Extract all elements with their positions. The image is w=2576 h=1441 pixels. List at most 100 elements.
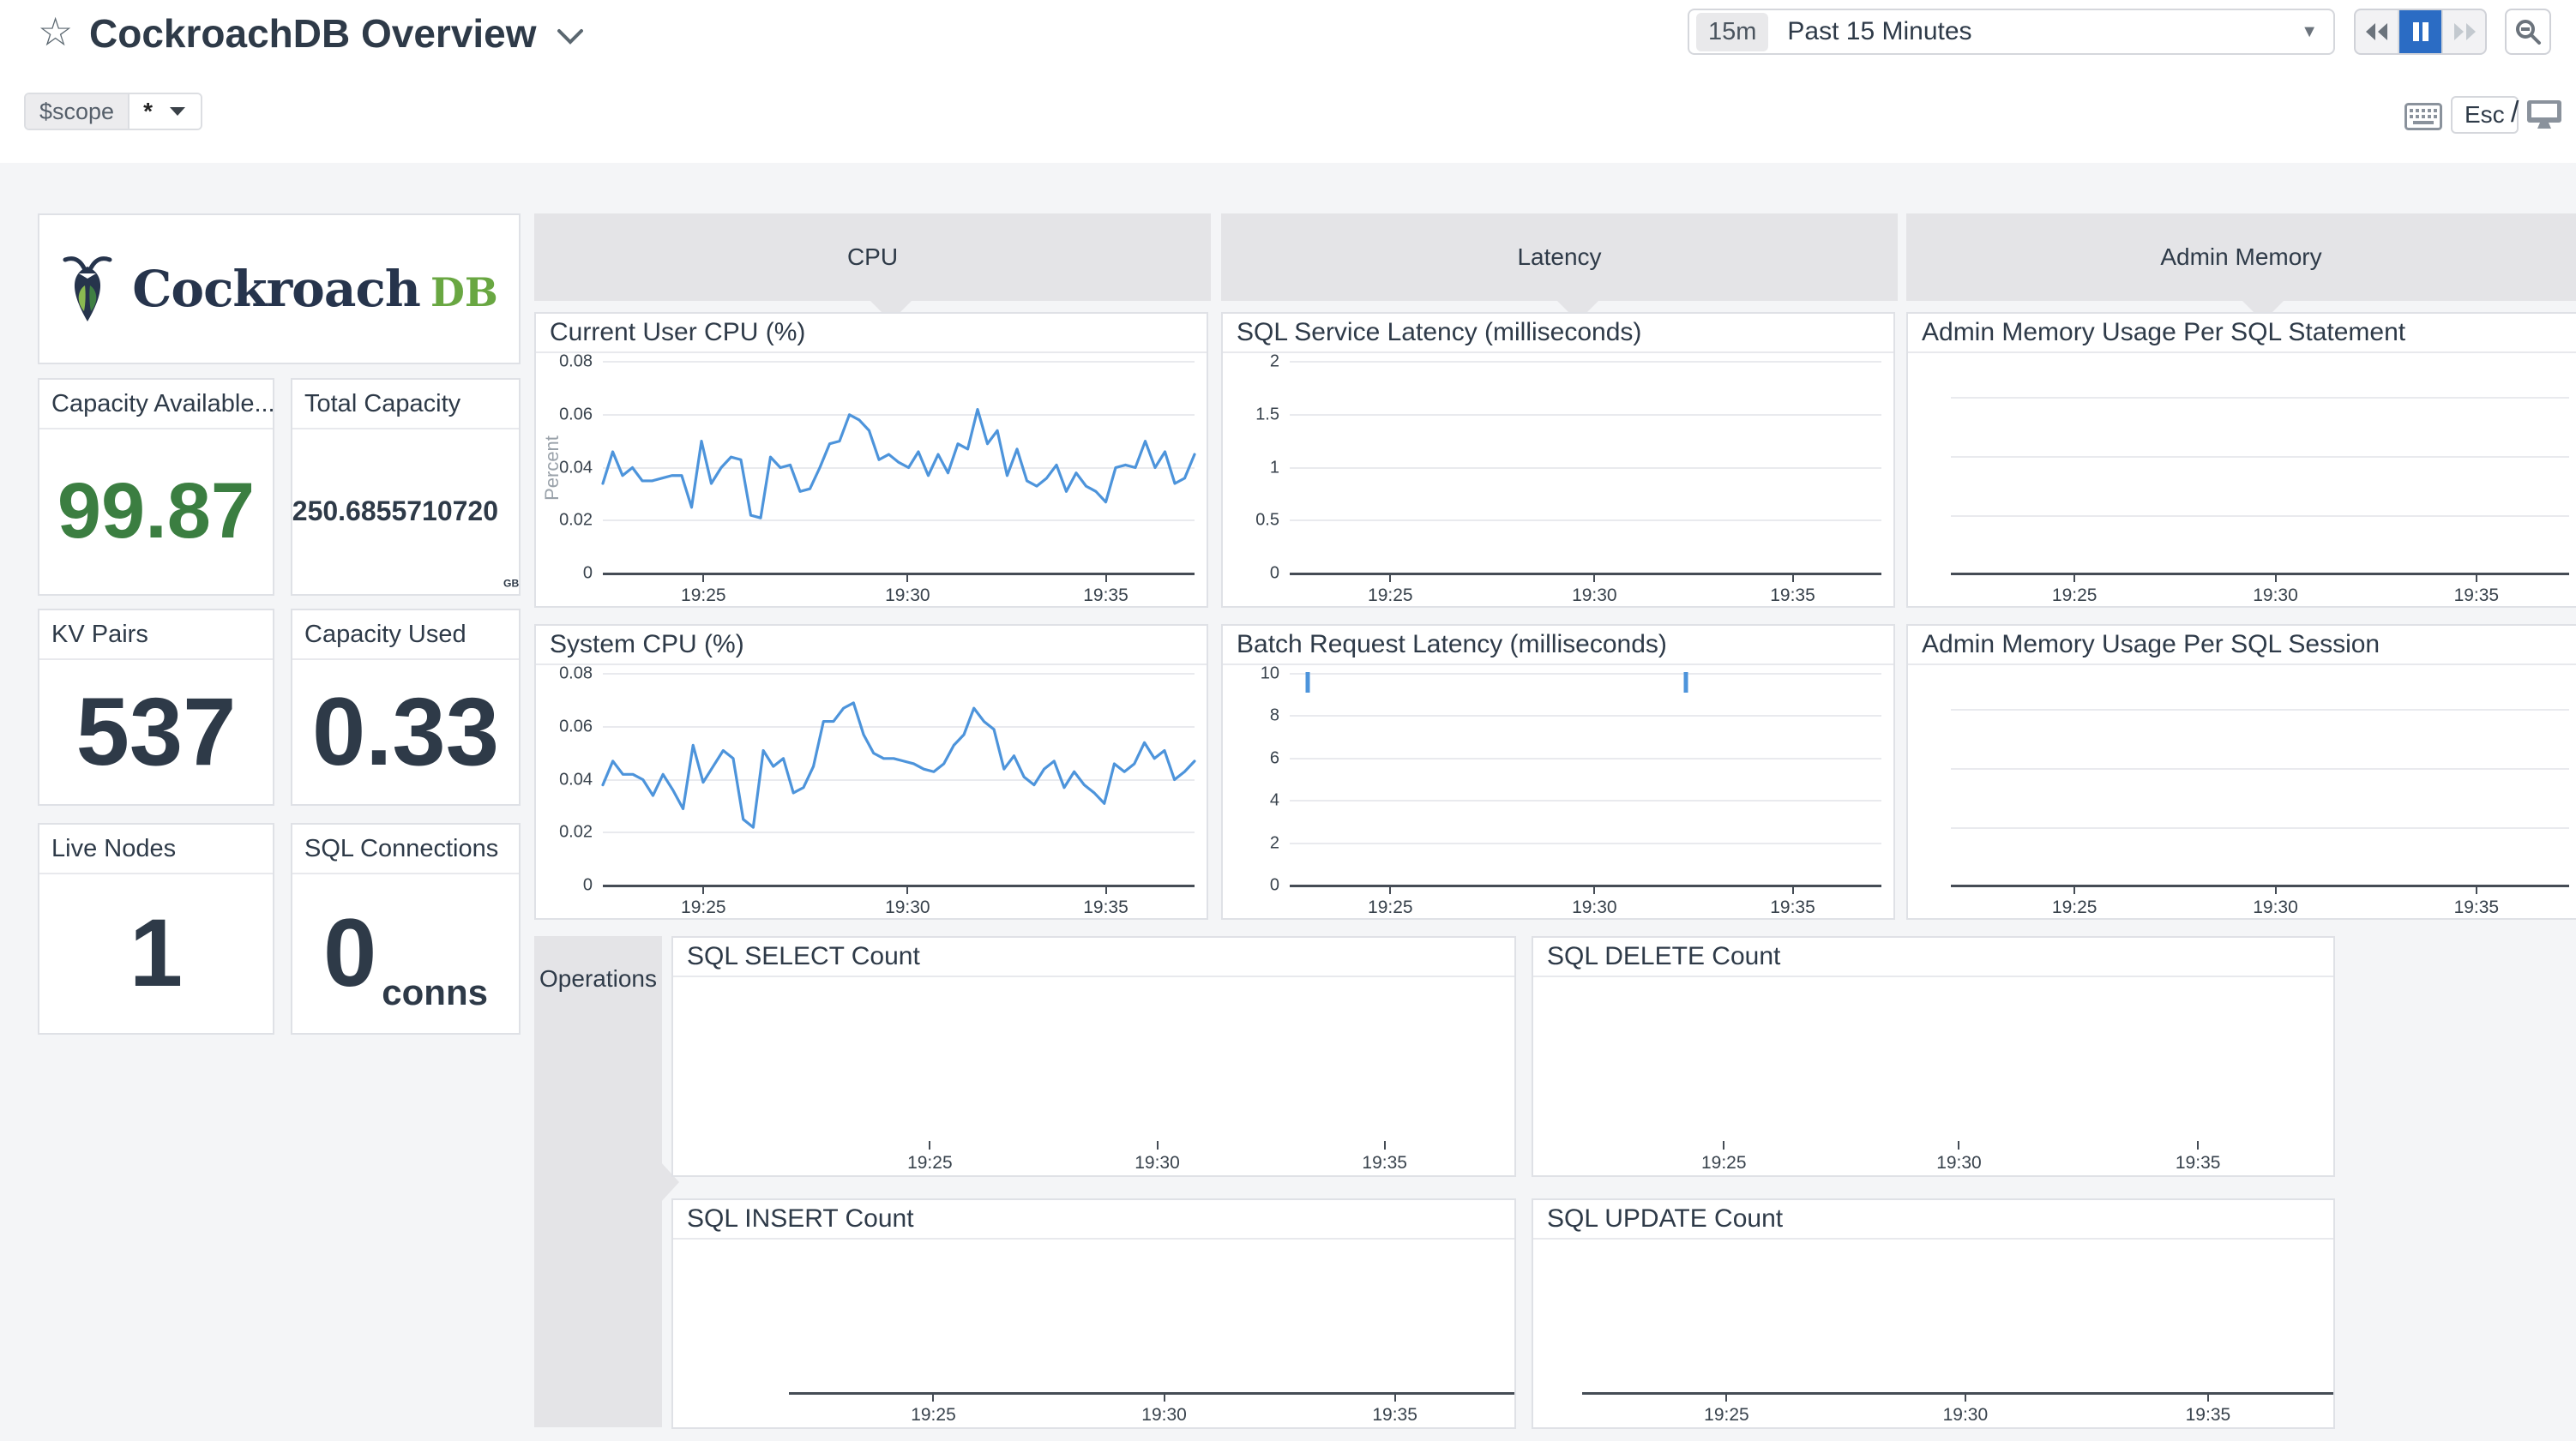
x-tick-label: 19:35 [1372,1405,1417,1426]
x-tick-mark [1792,573,1794,582]
y-tick-label: 0 [1270,564,1279,584]
chart-draw-area: Percent0.080.060.040.02019:2519:3019:35 [603,362,1195,573]
x-tick-mark [1792,886,1794,894]
chart-sql-select-count: SQL SELECT Count19:2519:3019:35 [671,936,1516,1177]
fast-forward-button[interactable] [2441,10,2485,53]
slash-separator: / [2511,96,2519,129]
chart-draw-area: 19:2519:3019:35 [690,1246,1514,1393]
chart-plot: 19:2519:3019:35 [1533,1238,2333,1427]
x-tick-mark [1725,1393,1727,1402]
x-tick-label: 19:25 [1368,585,1413,606]
x-tick-mark [2073,573,2075,582]
x-tick-label: 19:35 [1770,898,1815,918]
stat-title: Total Capacity [292,380,519,429]
y-tick-label: 10 [1261,664,1279,684]
gridline [1290,800,1881,802]
page-title: CockroachDB Overview [89,10,537,57]
x-tick-mark [1389,886,1391,894]
x-tick-label: 19:35 [2454,585,2500,606]
time-range-picker[interactable]: 15m Past 15 Minutes ▼ [1688,9,2335,55]
keyboard-shortcuts-icon[interactable] [2404,103,2442,130]
zoom-out-button[interactable] [2505,9,2551,55]
series-line [603,362,1195,573]
x-tick-mark [1593,886,1595,894]
scope-value-select[interactable]: * [128,94,201,129]
favorite-star-icon[interactable]: ☆ [38,12,73,51]
chart-draw-area: 19:2519:3019:35 [1550,984,2321,1141]
chart-sql-delete-count: SQL DELETE Count 19:2519:3019:35 [1532,936,2335,1177]
gridline [1290,843,1881,844]
chart-current-user-cpu: Current User CPU (%) Percent0.080.060.040… [534,312,1208,608]
cockroach-logo-icon [60,253,115,325]
pause-button[interactable] [2398,10,2441,53]
y-tick-label: 0.08 [559,352,593,372]
gridline [1951,456,2569,458]
x-tick-mark [2073,886,2075,894]
group-header-operations[interactable]: Operations [534,936,662,1427]
x-tick-label: 19:30 [1141,1405,1187,1426]
x-tick-label: 19:25 [2052,585,2098,606]
chart-draw-area: 19:2519:3019:35 [1550,1246,2333,1393]
time-badge: 15m [1696,13,1768,51]
fast-forward-icon [2452,21,2477,43]
x-tick-label: 19:35 [2176,1153,2221,1174]
x-tick-label: 19:25 [2052,898,2098,918]
esc-button[interactable]: Esc [2451,96,2519,134]
chart-system-cpu: System CPU (%)0.080.060.040.02019:2519:3… [534,624,1208,920]
gridline [1290,361,1881,363]
stat-value: 1 [129,898,183,1008]
x-tick-label: 19:25 [911,1405,956,1426]
y-tick-label: 0 [583,876,593,896]
x-tick-mark [1164,1393,1165,1402]
x-tick-label: 19:25 [681,898,726,918]
x-tick-mark [932,1393,934,1402]
gridline [1290,467,1881,469]
stat-value: 99.87 [57,466,255,556]
chart-title: SQL DELETE Count [1533,938,2333,977]
chart-batch-request-latency: Batch Request Latency (milliseconds) 1086… [1221,624,1895,920]
x-tick-mark [1394,1393,1396,1402]
x-tick-mark [1593,573,1595,582]
series-line [603,674,1195,886]
stat-card-sql-connections: SQL Connections 0conns [291,823,521,1035]
group-header-admin-memory[interactable]: Admin Memory [1906,213,2576,301]
chart-draw-area: 21.510.5019:2519:3019:35 [1290,362,1881,573]
chart-draw-area: 0.080.060.040.02019:2519:3019:35 [603,674,1195,886]
chart-plot: 19:2519:3019:35 [1908,663,2576,918]
group-header-cpu[interactable]: CPU [534,213,1211,301]
chart-title: Current User CPU (%) [536,314,1207,353]
x-tick-mark [906,886,908,894]
chart-sql-update-count: SQL UPDATE Count19:2519:3019:35 [1532,1198,2335,1429]
group-label: Admin Memory [2160,243,2321,271]
gridline [1290,414,1881,416]
stat-unit: GB [503,578,519,590]
x-tick-mark [1958,1141,1959,1150]
chart-title: Batch Request Latency (milliseconds) [1223,626,1893,665]
dashboard-app: ☆ CockroachDB Overview 15m Past 15 Minut… [0,0,2576,1441]
x-tick-label: 19:25 [681,585,726,606]
x-tick-mark [2476,886,2477,894]
x-tick-label: 19:35 [1362,1153,1407,1174]
group-label: CPU [847,243,898,271]
x-tick-label: 19:30 [885,898,930,918]
x-tick-mark [929,1141,930,1150]
chart-draw-area: 108642019:2519:3019:35 [1290,674,1881,886]
group-header-latency[interactable]: Latency [1221,213,1898,301]
stat-title: SQL Connections [292,825,519,874]
rewind-button[interactable] [2356,10,2398,53]
x-tick-label: 19:30 [1135,1153,1180,1174]
y-tick-label: 0.04 [559,770,593,790]
logo-word: Cockroach [132,260,420,318]
stat-card-capacity-used: Capacity Used 0.33 [291,609,521,806]
x-tick-mark [702,886,704,894]
tv-mode-icon[interactable] [2526,99,2562,132]
y-tick-label: 0.06 [559,717,593,736]
y-tick-label: 0 [1270,876,1279,896]
y-tick-label: 4 [1270,791,1279,811]
template-variable-scope[interactable]: $scope * [24,93,202,130]
title-chevron-down-icon[interactable] [556,26,585,46]
chart-plot: 19:2519:3019:35 [1908,351,2576,606]
scope-variable-label: $scope [26,94,128,129]
cockroachdb-logo-card: CockroachDB [38,213,521,364]
x-tick-mark [1105,886,1107,894]
